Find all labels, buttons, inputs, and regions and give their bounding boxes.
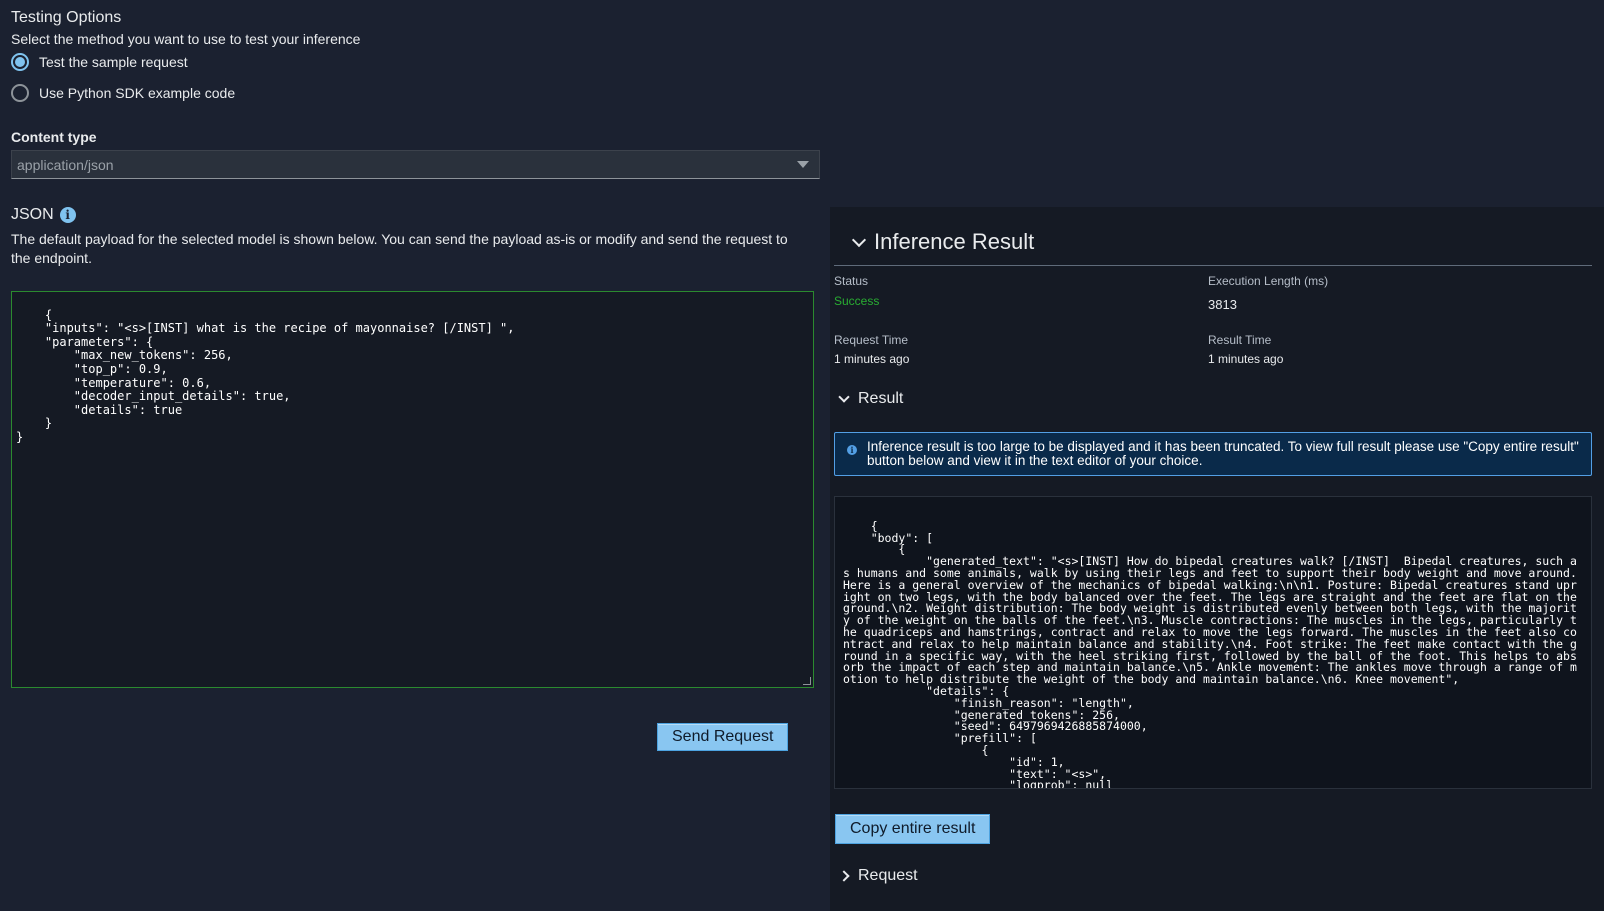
radio-python-sdk[interactable]: Use Python SDK example code: [11, 84, 235, 102]
request-time-label: Request Time: [834, 333, 909, 347]
json-title-text: JSON: [11, 206, 54, 223]
chevron-right-icon[interactable]: [838, 870, 850, 882]
request-time-value: 1 minutes ago: [834, 352, 910, 366]
info-icon: i: [847, 445, 857, 455]
radio-label: Test the sample request: [39, 54, 188, 70]
chevron-down-icon[interactable]: [838, 391, 850, 403]
caret-down-icon: [797, 161, 809, 168]
status-label: Status: [834, 274, 869, 288]
result-time-value: 1 minutes ago: [1208, 352, 1284, 366]
radio-selected-icon[interactable]: [11, 53, 29, 71]
result-output-text: { "body": [ { "generated_text": "<s>[INS…: [843, 518, 1577, 789]
send-request-button[interactable]: Send Request: [657, 723, 789, 751]
json-description: The default payload for the selected mod…: [11, 231, 788, 266]
inference-result-panel: Inference Result Status Success Executio…: [830, 207, 1604, 911]
json-payload-editor[interactable]: { "inputs": "<s>[INST] what is the recip…: [11, 291, 814, 688]
result-time-label: Result Time: [1208, 333, 1272, 347]
radio-label: Use Python SDK example code: [39, 85, 236, 101]
testing-options-description: Select the method you want to use to tes…: [11, 31, 361, 47]
result-section-title: Result: [858, 390, 904, 407]
radio-unselected-icon[interactable]: [11, 84, 29, 102]
status-value: Success: [834, 294, 880, 308]
copy-entire-result-button[interactable]: Copy entire result: [835, 814, 991, 844]
request-section-title: Request: [858, 867, 918, 884]
request-section-header[interactable]: Request: [838, 867, 918, 885]
divider: [834, 265, 1592, 266]
result-section-header[interactable]: Result: [838, 390, 904, 408]
json-payload-text: { "inputs": "<s>[INST] what is the recip…: [16, 307, 515, 444]
result-output[interactable]: { "body": [ { "generated_text": "<s>[INS…: [834, 496, 1592, 789]
execution-length-label: Execution Length (ms): [1208, 274, 1329, 288]
execution-length-value: 3813: [1208, 297, 1237, 312]
resize-handle-icon[interactable]: [803, 677, 811, 685]
inference-result-header[interactable]: Inference Result: [851, 229, 1035, 255]
json-title: JSON i: [11, 206, 76, 224]
truncation-alert: i Inference result is too large to be di…: [834, 432, 1592, 476]
chevron-down-icon[interactable]: [851, 232, 867, 248]
content-type-label: Content type: [11, 129, 97, 145]
content-type-value: application/json: [17, 157, 114, 173]
testing-panel: Testing Options Select the method you wa…: [0, 0, 830, 911]
radio-test-sample-request[interactable]: Test the sample request: [11, 53, 188, 71]
testing-options-title: Testing Options: [11, 9, 122, 26]
inference-result-title: Inference Result: [874, 229, 1035, 254]
info-icon[interactable]: i: [59, 207, 76, 223]
content-type-select[interactable]: application/json: [11, 150, 820, 179]
alert-text: Inference result is too large to be disp…: [867, 439, 1579, 468]
